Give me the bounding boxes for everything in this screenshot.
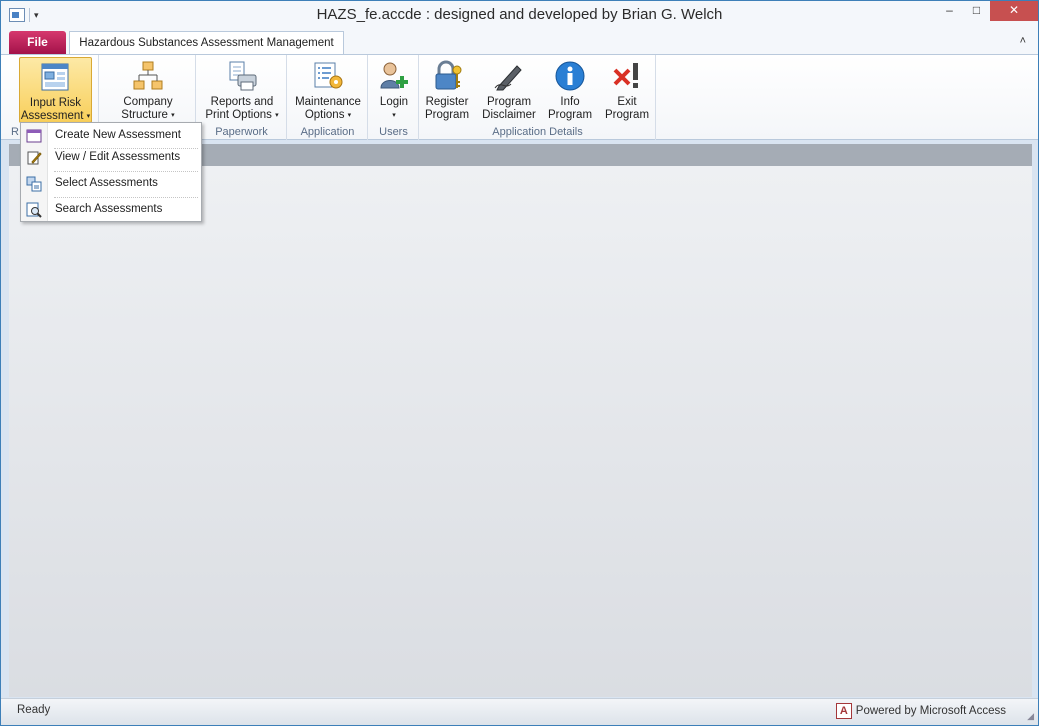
menu-item-label: Create New Assessment bbox=[55, 129, 181, 141]
pen-signature-icon bbox=[493, 60, 525, 92]
window-controls: – □ ✕ bbox=[936, 1, 1038, 21]
edit-form-icon bbox=[26, 150, 42, 166]
company-structure-label-1: Company bbox=[123, 96, 173, 108]
chevron-down-icon: ▾ bbox=[275, 112, 279, 119]
maintenance-label-1: Maintenance bbox=[295, 96, 361, 108]
powered-by: A Powered by Microsoft Access bbox=[835, 703, 1006, 719]
access-logo-icon: A bbox=[835, 703, 852, 719]
ribbon-group-users: Login ▾ Users bbox=[369, 55, 419, 140]
group-label-application: Application bbox=[300, 126, 355, 138]
new-form-icon bbox=[26, 128, 42, 144]
reports-label-2: Print Options bbox=[205, 109, 272, 121]
risk-assessment-icon bbox=[40, 61, 72, 93]
lock-key-icon bbox=[431, 60, 463, 92]
chevron-down-icon: ▾ bbox=[392, 112, 396, 119]
exit-icon bbox=[611, 60, 643, 92]
menu-separator bbox=[54, 171, 198, 172]
workspace-area bbox=[9, 166, 1032, 697]
minimize-button[interactable]: – bbox=[936, 1, 963, 21]
menu-separator bbox=[54, 197, 198, 198]
search-form-icon bbox=[26, 202, 42, 218]
ribbon-group-paperwork: Reports and Print Options ▾ Paperwork bbox=[197, 55, 287, 140]
group-label-users: Users bbox=[379, 126, 408, 138]
chevron-down-icon: ▾ bbox=[347, 112, 352, 119]
menu-item-search-assessments[interactable]: Search Assessments bbox=[21, 199, 201, 221]
group-label-application-details: Application Details bbox=[492, 126, 583, 138]
org-chart-icon bbox=[132, 60, 164, 92]
maximize-button[interactable]: □ bbox=[963, 1, 990, 21]
reports-label-1: Reports and bbox=[210, 96, 274, 108]
menu-item-view-edit-assessments[interactable]: View / Edit Assessments bbox=[21, 147, 201, 169]
input-risk-label-2: Assessment bbox=[20, 110, 84, 122]
input-risk-assessment-button[interactable]: Input Risk Assessment ▾ bbox=[19, 57, 92, 123]
info-program-button[interactable]: Info Program bbox=[544, 57, 596, 123]
application-window: ▾ HAZS_fe.accde : designed and developed… bbox=[0, 0, 1039, 726]
powered-by-label: Powered by Microsoft Access bbox=[855, 705, 1006, 717]
close-button[interactable]: ✕ bbox=[990, 1, 1038, 21]
menu-item-select-assessments[interactable]: Select Assessments bbox=[21, 173, 201, 195]
input-risk-dropdown-menu: Create New Assessment View / Edit Assess… bbox=[20, 122, 202, 222]
title-bar: ▾ HAZS_fe.accde : designed and developed… bbox=[1, 1, 1038, 31]
menu-item-label: Select Assessments bbox=[55, 177, 158, 189]
exit-program-button[interactable]: Exit Program bbox=[602, 57, 652, 123]
program-disclaimer-button[interactable]: Program Disclaimer bbox=[478, 57, 540, 123]
info-label-1: Info bbox=[560, 96, 580, 108]
disclaimer-label-1: Program bbox=[486, 96, 532, 108]
tab-hazardous-substances[interactable]: Hazardous Substances Assessment Manageme… bbox=[69, 31, 344, 55]
register-program-button[interactable]: Register Program bbox=[422, 57, 472, 123]
ribbon-group-application-details: Register Program Program Disclaimer Info… bbox=[420, 55, 656, 140]
menu-item-label: Search Assessments bbox=[55, 203, 163, 215]
status-bar: Ready A Powered by Microsoft Access ◢ bbox=[1, 698, 1038, 725]
register-label-2: Program bbox=[424, 109, 470, 121]
status-text: Ready bbox=[17, 704, 51, 716]
login-button[interactable]: Login ▾ bbox=[373, 57, 415, 123]
group-label-paperwork: Paperwork bbox=[215, 126, 268, 138]
resize-grip-icon[interactable]: ◢ bbox=[1027, 711, 1034, 722]
chevron-down-icon: ▾ bbox=[86, 113, 91, 120]
menu-item-create-new-assessment[interactable]: Create New Assessment bbox=[21, 125, 201, 147]
chevron-down-icon: ▾ bbox=[171, 112, 175, 119]
select-records-icon bbox=[26, 176, 42, 192]
maintenance-options-button[interactable]: Maintenance Options ▾ bbox=[292, 57, 364, 123]
window-title: HAZS_fe.accde : designed and developed b… bbox=[316, 6, 723, 23]
exit-label-1: Exit bbox=[617, 96, 637, 108]
info-label-2: Program bbox=[547, 109, 593, 121]
maintenance-label-2: Options bbox=[304, 109, 345, 121]
user-add-icon bbox=[378, 60, 410, 92]
disclaimer-label-2: Disclaimer bbox=[482, 109, 536, 121]
ribbon-tab-row: File Hazardous Substances Assessment Man… bbox=[1, 31, 1038, 55]
reports-print-button[interactable]: Reports and Print Options ▾ bbox=[201, 57, 283, 123]
input-risk-label-1: Input Risk bbox=[29, 97, 82, 109]
login-label: Login bbox=[379, 96, 409, 108]
company-structure-label-2: Structure bbox=[121, 109, 168, 121]
ribbon-collapse-icon[interactable]: ˄ bbox=[1020, 35, 1026, 47]
company-structure-button[interactable]: Company Structure ▾ bbox=[112, 57, 184, 123]
menu-item-label: View / Edit Assessments bbox=[55, 151, 181, 163]
printer-icon bbox=[226, 60, 258, 92]
info-icon bbox=[554, 60, 586, 92]
ribbon-group-application: Maintenance Options ▾ Application bbox=[288, 55, 368, 140]
exit-label-2: Program bbox=[604, 109, 650, 121]
maintenance-icon bbox=[312, 60, 344, 92]
register-label-1: Register bbox=[425, 96, 469, 108]
tab-file[interactable]: File bbox=[9, 31, 66, 54]
